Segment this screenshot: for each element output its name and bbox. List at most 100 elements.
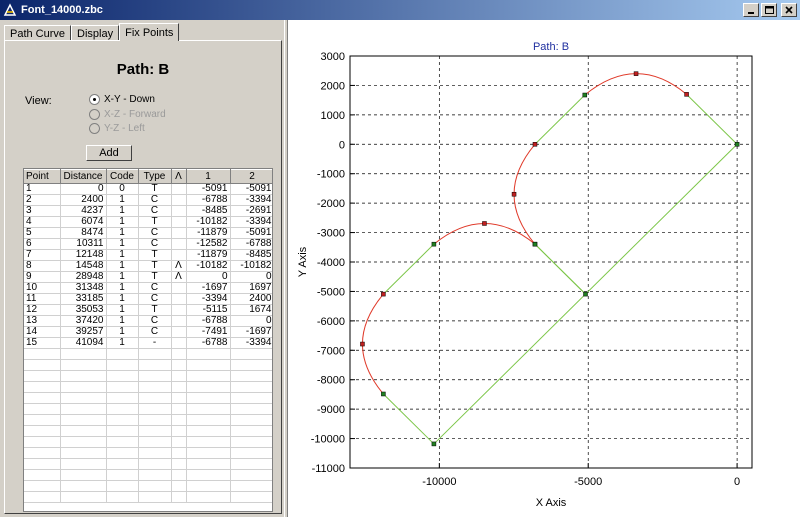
empty-cell[interactable]: [171, 403, 187, 415]
table-cell[interactable]: 1: [106, 205, 139, 217]
table-cell[interactable]: T: [138, 216, 172, 228]
table-cell[interactable]: C: [138, 326, 172, 338]
table-row[interactable]: 10 31348 1 C -1697 1697: [24, 282, 272, 294]
empty-cell[interactable]: [138, 392, 172, 404]
table-cell[interactable]: [171, 249, 187, 261]
table-cell[interactable]: -10182: [186, 260, 231, 272]
table-cell[interactable]: 1: [106, 216, 139, 228]
empty-cell[interactable]: [230, 458, 272, 470]
table-cell[interactable]: [171, 216, 187, 228]
empty-cell[interactable]: [24, 403, 61, 415]
table-cell[interactable]: 14: [24, 326, 61, 338]
empty-cell[interactable]: [138, 359, 172, 371]
empty-cell[interactable]: [106, 348, 139, 360]
table-cell[interactable]: [171, 227, 187, 239]
empty-cell[interactable]: [230, 370, 272, 382]
empty-cell[interactable]: [186, 469, 231, 481]
table-cell[interactable]: 39257: [60, 326, 107, 338]
table-cell[interactable]: 2400: [230, 293, 272, 305]
table-cell[interactable]: 35053: [60, 304, 107, 316]
empty-cell[interactable]: [24, 359, 61, 371]
table-cell[interactable]: [171, 194, 187, 206]
empty-cell[interactable]: [138, 348, 172, 360]
table-cell[interactable]: -11879: [186, 249, 231, 261]
table-cell[interactable]: -6788: [186, 194, 231, 206]
table-cell[interactable]: -3394: [230, 194, 272, 206]
table-cell[interactable]: [171, 293, 187, 305]
table-cell[interactable]: Λ: [171, 260, 187, 272]
table-cell[interactable]: 0: [186, 271, 231, 283]
empty-cell[interactable]: [60, 458, 107, 470]
table-cell[interactable]: 4: [24, 216, 61, 228]
table-cell[interactable]: 37420: [60, 315, 107, 327]
minimize-button[interactable]: [743, 3, 759, 17]
table-cell[interactable]: 1: [106, 194, 139, 206]
empty-cell[interactable]: [230, 403, 272, 415]
empty-cell[interactable]: [60, 403, 107, 415]
table-cell[interactable]: 31348: [60, 282, 107, 294]
empty-cell[interactable]: [24, 392, 61, 404]
table-cell[interactable]: 8: [24, 260, 61, 272]
table-cell[interactable]: 15: [24, 337, 61, 349]
table-cell[interactable]: [171, 205, 187, 217]
table-cell[interactable]: [171, 282, 187, 294]
table-row[interactable]: 4 6074 1 T -10182 -3394: [24, 216, 272, 228]
empty-cell[interactable]: [186, 381, 231, 393]
table-row[interactable]: 12 35053 1 T -5115 1674: [24, 304, 272, 316]
table-cell[interactable]: 9: [24, 271, 61, 283]
empty-cell[interactable]: [230, 381, 272, 393]
empty-cell[interactable]: [24, 370, 61, 382]
empty-cell[interactable]: [106, 480, 139, 492]
empty-cell[interactable]: [138, 469, 172, 481]
empty-cell[interactable]: [24, 436, 61, 448]
table-cell[interactable]: [171, 315, 187, 327]
table-cell[interactable]: -7491: [186, 326, 231, 338]
table-cell[interactable]: 28948: [60, 271, 107, 283]
table-cell[interactable]: 2400: [60, 194, 107, 206]
table-cell[interactable]: [171, 326, 187, 338]
empty-cell[interactable]: [138, 381, 172, 393]
table-cell[interactable]: 10311: [60, 238, 107, 250]
table-cell[interactable]: 3: [24, 205, 61, 217]
table-cell[interactable]: T: [138, 183, 172, 195]
table-cell[interactable]: C: [138, 282, 172, 294]
col-header-code[interactable]: Code: [106, 169, 139, 184]
table-cell[interactable]: -1697: [186, 282, 231, 294]
empty-cell[interactable]: [60, 381, 107, 393]
empty-cell[interactable]: [230, 436, 272, 448]
table-cell[interactable]: 6074: [60, 216, 107, 228]
table-cell[interactable]: -10182: [230, 260, 272, 272]
empty-cell[interactable]: [230, 348, 272, 360]
table-cell[interactable]: -5091: [230, 183, 272, 195]
table-cell[interactable]: 1: [106, 337, 139, 349]
empty-cell[interactable]: [106, 381, 139, 393]
table-cell[interactable]: -1697: [230, 326, 272, 338]
empty-row[interactable]: [24, 425, 272, 437]
table-cell[interactable]: 1: [106, 227, 139, 239]
empty-cell[interactable]: [230, 447, 272, 459]
empty-cell[interactable]: [60, 447, 107, 459]
table-cell[interactable]: -5115: [186, 304, 231, 316]
table-row[interactable]: 11 33185 1 C -3394 2400: [24, 293, 272, 305]
empty-cell[interactable]: [186, 425, 231, 437]
empty-cell[interactable]: [171, 425, 187, 437]
path-plot[interactable]: 3000 2000 1000 0 -1000 -2000 -3000 -4000 -5000 -6…: [288, 20, 800, 517]
empty-cell[interactable]: [24, 480, 61, 492]
table-cell[interactable]: -8485: [230, 249, 272, 261]
table-row[interactable]: 13 37420 1 C -6788 0: [24, 315, 272, 327]
tab-path-curve[interactable]: Path Curve: [4, 25, 72, 41]
empty-cell[interactable]: [106, 414, 139, 426]
empty-cell[interactable]: [171, 381, 187, 393]
empty-cell[interactable]: [106, 370, 139, 382]
table-cell[interactable]: 0: [230, 315, 272, 327]
empty-cell[interactable]: [24, 425, 61, 437]
empty-cell[interactable]: [171, 491, 187, 503]
empty-cell[interactable]: [24, 348, 61, 360]
empty-cell[interactable]: [138, 491, 172, 503]
table-cell[interactable]: -6788: [230, 238, 272, 250]
table-row[interactable]: 5 8474 1 C -11879 -5091: [24, 227, 272, 239]
table-cell[interactable]: 1: [106, 238, 139, 250]
empty-cell[interactable]: [60, 425, 107, 437]
empty-cell[interactable]: [171, 359, 187, 371]
table-cell[interactable]: 8474: [60, 227, 107, 239]
